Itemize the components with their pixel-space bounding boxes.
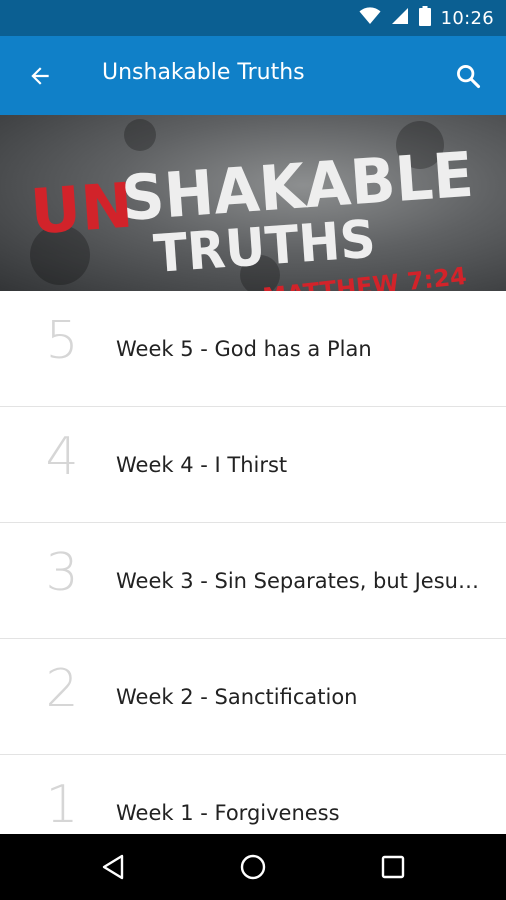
week-title: Week 2 - Sanctification xyxy=(116,685,358,709)
system-nav-bar xyxy=(0,834,506,900)
back-button[interactable] xyxy=(22,58,58,94)
nav-home-button[interactable] xyxy=(233,847,273,887)
arrow-left-icon xyxy=(31,67,49,85)
weeks-list: 5 Week 5 - God has a Plan 4 Week 4 - I T… xyxy=(0,291,506,834)
week-number: 5 xyxy=(45,311,79,371)
search-button[interactable] xyxy=(450,58,486,94)
nav-recents-button[interactable] xyxy=(373,847,413,887)
list-item[interactable]: 5 Week 5 - God has a Plan xyxy=(0,291,506,407)
week-title: Week 4 - I Thirst xyxy=(116,453,288,477)
week-number: 1 xyxy=(45,775,79,834)
search-icon xyxy=(457,65,481,89)
list-item[interactable]: 2 Week 2 - Sanctification xyxy=(0,639,506,755)
week-number: 4 xyxy=(45,427,79,487)
list-item[interactable]: 4 Week 4 - I Thirst xyxy=(0,407,506,523)
nav-back-button[interactable] xyxy=(93,847,133,887)
recents-square-icon xyxy=(381,855,405,879)
week-number: 3 xyxy=(45,543,79,603)
status-icons: 10:26 xyxy=(359,0,494,36)
home-circle-icon xyxy=(240,854,266,880)
week-title: Week 3 - Sin Separates, but Jesus Saves xyxy=(116,569,488,593)
list-item[interactable]: 1 Week 1 - Forgiveness xyxy=(0,755,506,834)
series-banner: UN SHAKABLE TRUTHS MATTHEW 7:24 xyxy=(0,115,506,291)
page-title: Unshakable Truths xyxy=(102,60,305,85)
signal-icon xyxy=(391,7,409,30)
week-title: Week 5 - God has a Plan xyxy=(116,337,372,361)
back-triangle-icon xyxy=(102,854,124,880)
list-item[interactable]: 3 Week 3 - Sin Separates, but Jesus Save… xyxy=(0,523,506,639)
banner-un-text: UN xyxy=(28,169,135,249)
battery-icon xyxy=(418,5,431,31)
app-bar: Unshakable Truths xyxy=(0,36,506,115)
wifi-icon xyxy=(359,6,381,30)
status-bar: 10:26 xyxy=(0,0,506,36)
status-time: 10:26 xyxy=(440,7,494,29)
week-title: Week 1 - Forgiveness xyxy=(116,801,340,825)
week-number: 2 xyxy=(45,659,79,719)
